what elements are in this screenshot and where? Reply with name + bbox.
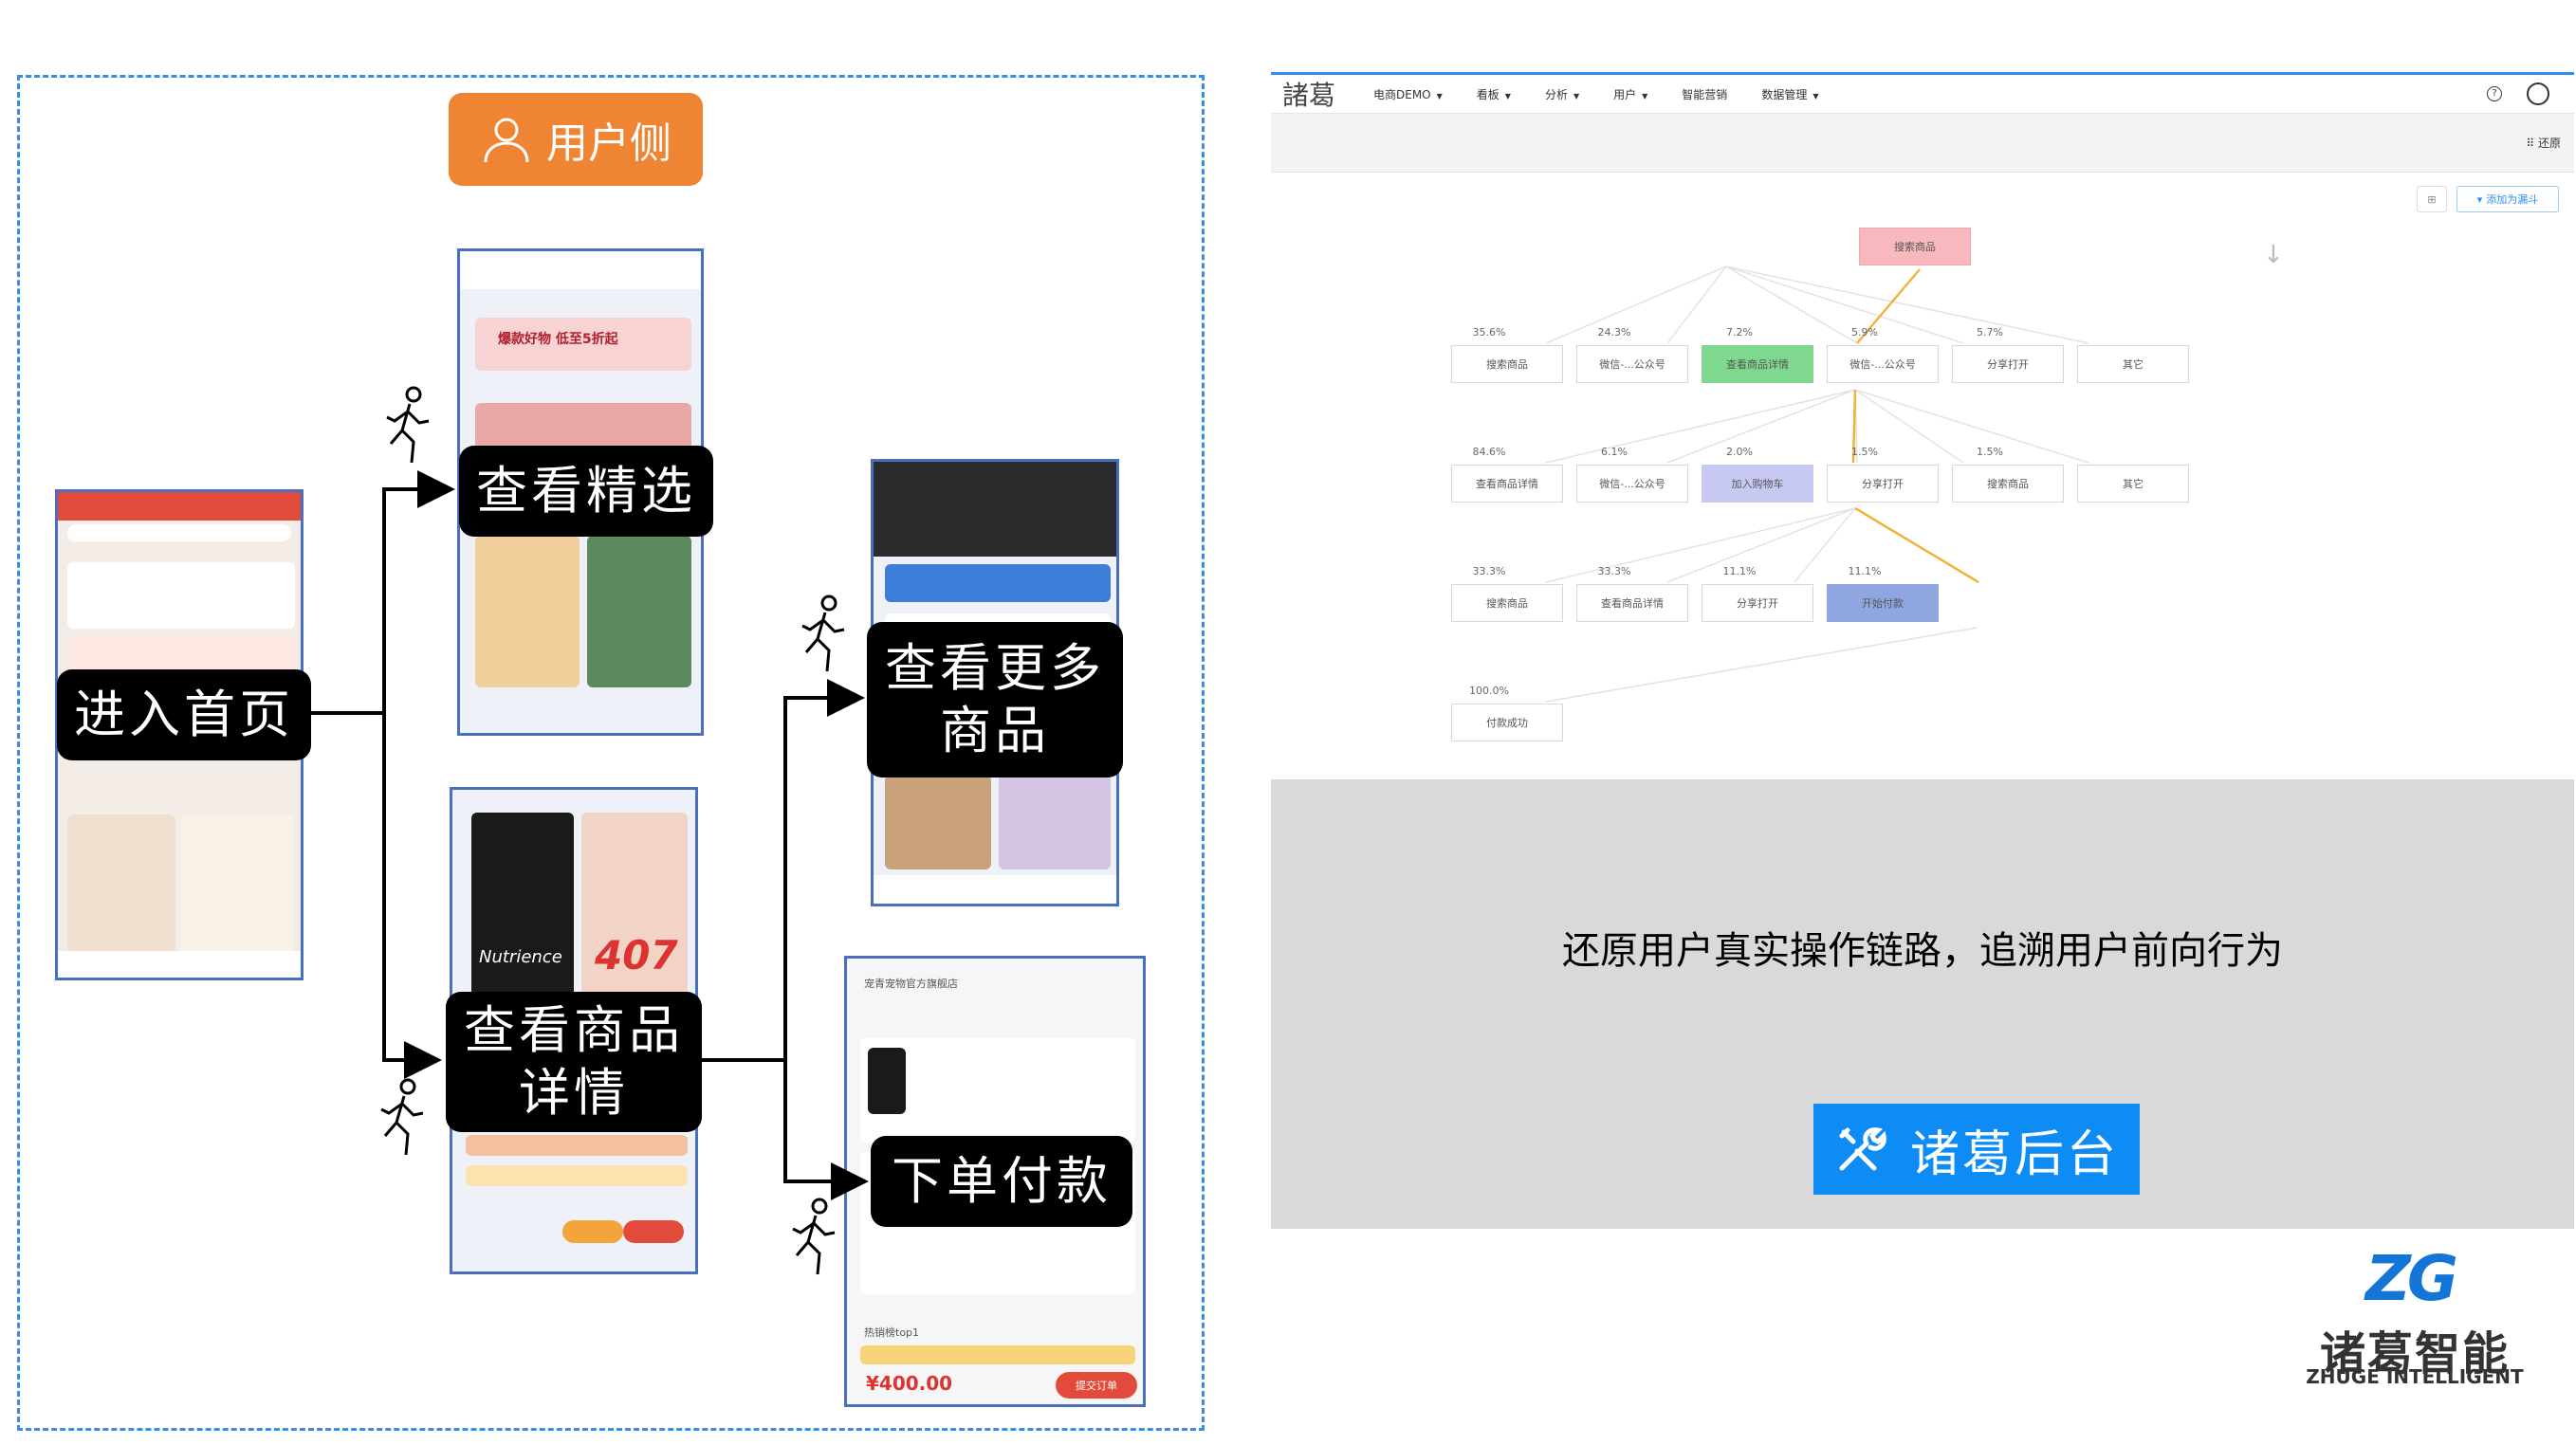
checkout-price: ¥400.00: [866, 1372, 953, 1395]
path-pct: 5.9%: [1851, 326, 1878, 338]
path-node[interactable]: 分享打开: [1952, 345, 2064, 383]
backend-button-label: 诸葛后台: [1909, 1125, 2119, 1183]
path-node[interactable]: 分享打开: [1702, 584, 1813, 622]
step-view-product-detail-line1: 查看商品: [464, 1000, 684, 1060]
step-view-more-products-line1: 查看更多: [885, 638, 1105, 698]
path-node[interactable]: 查看商品详情: [1576, 584, 1688, 622]
chevron-down-icon: ▼: [1812, 91, 1819, 101]
nav-analysis[interactable]: 分析 ▼: [1545, 86, 1579, 102]
path-pct: 2.0%: [1726, 446, 1753, 458]
path-node[interactable]: 查看商品详情: [1451, 465, 1563, 503]
path-node[interactable]: 微信-...公众号: [1827, 345, 1939, 383]
path-root-node[interactable]: 搜索商品: [1859, 228, 1971, 265]
checkout-shop-name: 宠青宠物官方旗舰店: [864, 978, 958, 990]
walking-person-icon: [386, 386, 430, 464]
step-checkout-payment: 下单付款: [871, 1136, 1132, 1227]
path-node-other[interactable]: 其它: [2077, 345, 2189, 383]
path-pct: 33.3%: [1597, 565, 1631, 577]
zhuge-brand-logo: ZG 诸葛智能 ZHUGE INTELLIGENT: [2305, 1242, 2525, 1388]
walking-person-icon: [792, 1198, 836, 1275]
path-tree-area: ⊞ ▾ 添加为漏斗 ↓ 搜索商品 35.6% 搜索商品 24.3% 微信-...…: [1271, 173, 2574, 779]
path-node-highlight[interactable]: 加入购物车: [1702, 465, 1813, 503]
grid-icon: ⠿: [2526, 137, 2535, 150]
dashboard-logo: 諸葛: [1282, 80, 1336, 111]
restore-button[interactable]: ⠿ 还原: [2526, 135, 2561, 151]
path-pct: 1.5%: [1851, 446, 1878, 458]
dashboard-top-nav: 諸葛 电商DEMO ▼ 看板 ▼ 分析 ▼ 用户 ▼ 智能营销 数据管理 ▼ ?: [1271, 72, 2574, 114]
path-node-highlight[interactable]: 查看商品详情: [1702, 345, 1813, 383]
brand-name-en: ZHUGE INTELLIGENT: [2306, 1365, 2524, 1388]
step-view-more-products-line2: 商品: [940, 701, 1050, 760]
step-enter-home: 进入首页: [57, 669, 311, 760]
nav-dashboards[interactable]: 看板 ▼: [1477, 86, 1511, 102]
backend-button[interactable]: 诸葛后台: [1813, 1104, 2140, 1195]
path-pct: 100.0%: [1469, 685, 1509, 697]
path-node-highlight[interactable]: 开始付款: [1827, 584, 1939, 622]
path-pct: 7.2%: [1726, 326, 1753, 338]
path-pct: 6.1%: [1601, 446, 1628, 458]
checkout-hot-label: 热销榜top1: [864, 1326, 920, 1339]
path-pct: 24.3%: [1597, 326, 1631, 338]
tools-icon: [1839, 1127, 1886, 1171]
user-side-badge: 用户侧: [449, 93, 703, 186]
path-pct: 1.5%: [1977, 446, 2003, 458]
path-node[interactable]: 付款成功: [1451, 704, 1563, 741]
help-icon[interactable]: ?: [2487, 86, 2502, 101]
chevron-down-icon: ▼: [1642, 91, 1648, 101]
product-price-art: 407: [595, 932, 678, 979]
path-node[interactable]: 分享打开: [1827, 465, 1939, 503]
chevron-down-icon: ▼: [1504, 91, 1511, 101]
chevron-down-icon: ▼: [1436, 91, 1443, 101]
path-pct: 11.1%: [1848, 565, 1882, 577]
dashboard-toolbar: ⠿ 还原: [1271, 114, 2574, 173]
step-view-product-detail: 查看商品 详情: [446, 992, 702, 1132]
walking-person-icon: [380, 1078, 424, 1156]
featured-banner-text: 爆款好物 低至5折起: [498, 332, 618, 347]
path-node[interactable]: 搜索商品: [1451, 584, 1563, 622]
path-pct: 11.1%: [1722, 565, 1757, 577]
checkout-submit-button: 提交订单: [1056, 1372, 1137, 1399]
nav-data-management[interactable]: 数据管理 ▼: [1761, 86, 1818, 102]
path-node-other[interactable]: 其它: [2077, 465, 2189, 503]
caption-text: 还原用户真实操作链路，追溯用户前向行为: [1562, 929, 2283, 973]
step-view-featured: 查看精选: [459, 446, 713, 537]
step-view-more-products: 查看更多 商品: [867, 622, 1123, 777]
chevron-down-icon: ▼: [1573, 91, 1580, 101]
path-pct: 84.6%: [1472, 446, 1506, 458]
path-pct: 33.3%: [1472, 565, 1506, 577]
path-node[interactable]: 搜索商品: [1451, 345, 1563, 383]
avatar[interactable]: [2527, 82, 2549, 105]
walking-person-icon: [801, 594, 845, 672]
step-view-product-detail-line2: 详情: [519, 1063, 629, 1123]
user-icon: [484, 118, 529, 163]
path-node[interactable]: 搜索商品: [1952, 465, 2064, 503]
user-side-label: 用户侧: [546, 119, 672, 168]
path-pct: 5.7%: [1977, 326, 2003, 338]
brand-mark: ZG: [2365, 1242, 2458, 1315]
product-brand-art: Nutrience: [479, 947, 562, 967]
path-pct: 35.6%: [1472, 326, 1506, 338]
path-node[interactable]: 微信-...公众号: [1576, 465, 1688, 503]
nav-ecommerce-demo[interactable]: 电商DEMO ▼: [1373, 86, 1443, 102]
path-node[interactable]: 微信-...公众号: [1576, 345, 1688, 383]
nav-smart-marketing[interactable]: 智能营销: [1682, 86, 1727, 102]
nav-users[interactable]: 用户 ▼: [1613, 86, 1647, 102]
